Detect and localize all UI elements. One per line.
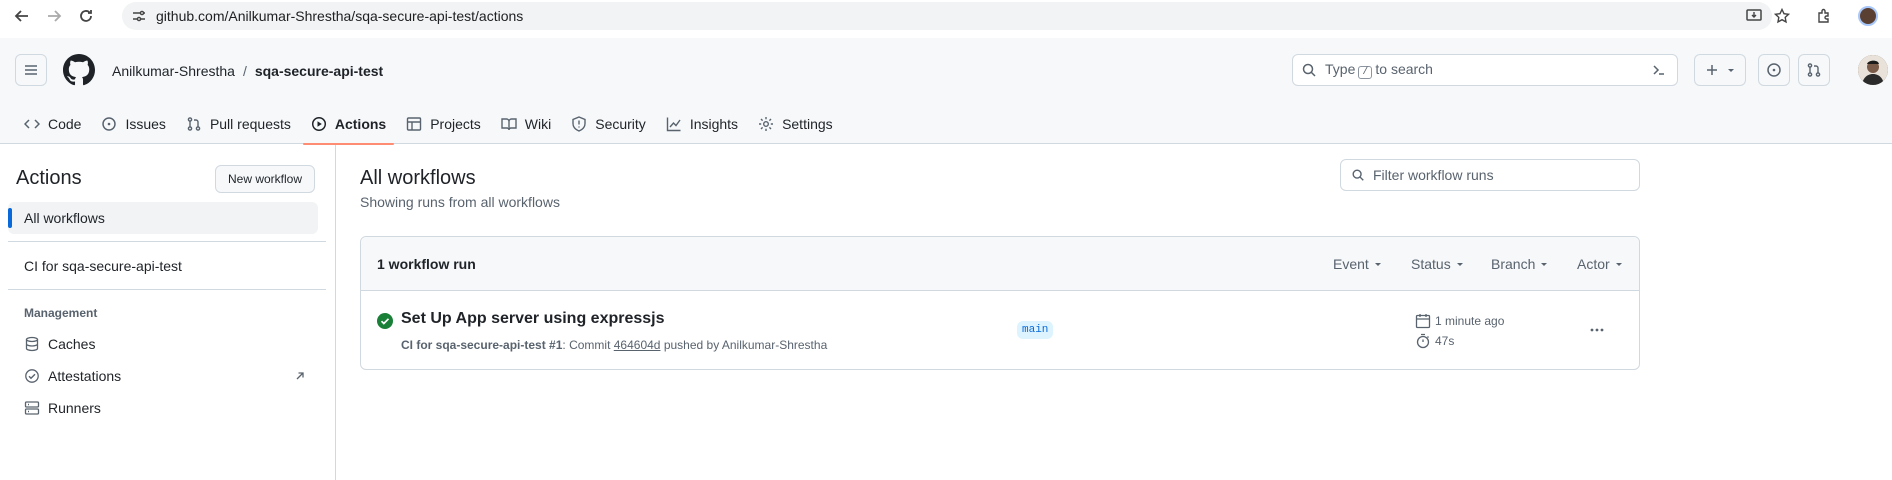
breadcrumb: Anilkumar-Shrestha / sqa-secure-api-test	[112, 63, 383, 79]
caret-down-icon	[1541, 263, 1548, 266]
new-workflow-button[interactable]: New workflow	[215, 165, 316, 193]
star-bookmark-icon[interactable]	[1766, 0, 1798, 32]
status-filter[interactable]: Status	[1411, 237, 1465, 291]
tab-issues[interactable]: Issues	[93, 104, 173, 144]
table-row[interactable]: Set Up App server using expressjs CI for…	[361, 291, 1639, 369]
address-bar[interactable]: github.com/Anilkumar-Shrestha/sqa-secure…	[122, 2, 1772, 30]
sidebar-item-caches[interactable]: Caches	[8, 328, 318, 360]
gear-icon	[759, 117, 774, 131]
issues-button[interactable]	[1758, 54, 1790, 86]
shield-icon	[572, 116, 586, 132]
actor-filter[interactable]: Actor	[1577, 237, 1624, 291]
reload-icon[interactable]	[74, 4, 98, 28]
run-meta: CI for sqa-secure-api-test #1: Commit 46…	[401, 338, 828, 352]
caret-down-icon	[1728, 69, 1734, 72]
run-duration: 47s	[1415, 333, 1454, 349]
workflow-runs-list: 1 workflow run Event Status Branch Actor…	[360, 236, 1640, 370]
extensions-icon[interactable]	[1808, 0, 1840, 32]
hamburger-icon	[25, 65, 37, 75]
sidebar-item-attestations[interactable]: Attestations	[8, 360, 318, 392]
search-input[interactable]: Type / to search	[1292, 54, 1678, 86]
url-text: github.com/Anilkumar-Shrestha/sqa-secure…	[156, 8, 524, 24]
forward-icon[interactable]	[42, 4, 66, 28]
link-external-icon	[296, 372, 304, 380]
run-timestamp: 1 minute ago	[1415, 313, 1504, 329]
tab-insights[interactable]: Insights	[658, 104, 746, 144]
branch-filter[interactable]: Branch	[1491, 237, 1549, 291]
issue-icon	[102, 117, 117, 131]
run-count: 1 workflow run	[377, 255, 476, 272]
issue-icon	[1767, 63, 1781, 77]
command-palette-icon[interactable]	[1651, 62, 1667, 78]
caret-down-icon	[1615, 263, 1622, 266]
run-options-button[interactable]	[1581, 317, 1613, 343]
caret-down-icon	[1374, 263, 1381, 266]
search-placeholder: Type / to search	[1325, 61, 1433, 79]
sidebar-item-all-workflows[interactable]: All workflows	[8, 202, 318, 234]
calendar-icon	[1415, 314, 1431, 329]
kebab-horizontal-icon	[1590, 328, 1604, 332]
site-info-icon[interactable]	[132, 9, 146, 23]
search-icon	[1302, 63, 1316, 77]
browser-chrome: github.com/Anilkumar-Shrestha/sqa-secure…	[0, 0, 1892, 32]
tab-actions[interactable]: Actions	[302, 104, 395, 145]
repo-header: Anilkumar-Shrestha / sqa-secure-api-test…	[0, 38, 1892, 145]
tab-pull-requests[interactable]: Pull requests	[178, 104, 299, 144]
tab-wiki[interactable]: Wiki	[493, 104, 559, 144]
verified-icon	[25, 369, 39, 383]
graph-icon	[666, 117, 681, 132]
sidebar-title: Actions	[16, 167, 82, 189]
profile-icon[interactable]	[1852, 0, 1884, 32]
server-icon	[24, 401, 40, 415]
pull-request-icon	[1807, 63, 1821, 77]
github-logo-icon[interactable]	[63, 54, 95, 86]
branch-badge[interactable]: main	[1017, 321, 1054, 339]
caret-down-icon	[1456, 263, 1463, 266]
repo-tabs: Code Issues Pull requests Actions Projec…	[16, 104, 845, 145]
table-icon	[407, 117, 422, 131]
sidebar-divider	[8, 241, 326, 242]
success-check-icon	[377, 313, 393, 329]
breadcrumb-separator: /	[242, 63, 247, 79]
pull-requests-button[interactable]	[1798, 54, 1830, 86]
back-icon[interactable]	[10, 4, 34, 28]
sidebar-divider	[8, 289, 326, 290]
stopwatch-icon	[1416, 333, 1430, 349]
page-title: All workflows	[360, 167, 476, 189]
menu-button[interactable]	[15, 54, 47, 86]
run-workflow-name[interactable]: CI for sqa-secure-api-test	[401, 338, 546, 352]
event-filter[interactable]: Event	[1333, 237, 1383, 291]
run-title-link[interactable]: Set Up App server using expressjs	[401, 310, 665, 328]
owner-link[interactable]: Anilkumar-Shrestha	[112, 63, 235, 79]
run-number: #1	[549, 338, 563, 352]
runs-list-header: 1 workflow run Event Status Branch Actor	[361, 237, 1639, 291]
page-subtitle: Showing runs from all workflows	[360, 194, 560, 210]
pull-request-icon	[187, 117, 201, 131]
code-icon	[24, 119, 40, 129]
sidebar-item-workflow[interactable]: CI for sqa-secure-api-test	[8, 250, 318, 282]
tab-settings[interactable]: Settings	[750, 104, 841, 144]
search-icon	[1352, 169, 1364, 181]
play-icon	[311, 116, 326, 132]
database-icon	[25, 336, 39, 352]
avatar[interactable]	[1858, 55, 1888, 85]
filter-placeholder: Filter workflow runs	[1373, 167, 1494, 183]
create-new-button[interactable]	[1694, 54, 1746, 86]
filter-runs-input[interactable]: Filter workflow runs	[1340, 159, 1640, 191]
sidebar-item-runners[interactable]: Runners	[8, 392, 318, 424]
repo-link[interactable]: sqa-secure-api-test	[255, 63, 383, 79]
commit-sha-link[interactable]: 464604d	[614, 338, 661, 352]
actions-sidebar: Actions New workflow All workflows CI fo…	[0, 145, 336, 480]
tab-security[interactable]: Security	[563, 104, 654, 144]
tab-projects[interactable]: Projects	[398, 104, 489, 144]
management-heading: Management	[24, 306, 98, 320]
tab-code[interactable]: Code	[16, 104, 89, 144]
book-icon	[501, 118, 517, 131]
plus-icon	[1707, 65, 1717, 75]
